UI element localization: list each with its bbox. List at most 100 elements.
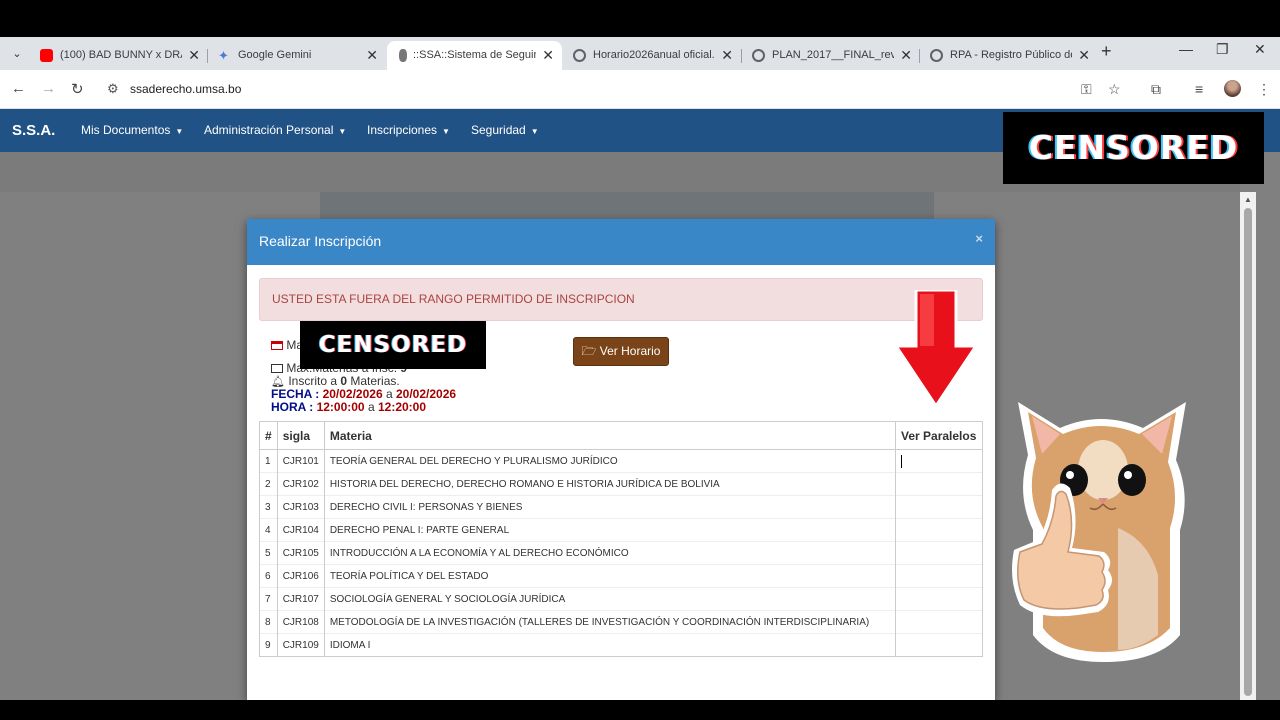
close-tab-icon[interactable]: ✕ — [366, 41, 378, 70]
cell-ver-paralelos[interactable] — [895, 472, 983, 496]
fecha-separator: a — [385, 387, 393, 401]
table-row: 8 CJR108 METODOLOGÍA DE LA INVESTIGACIÓN (… — [259, 610, 983, 634]
column-header-ver-paralelos: Ver Paralelos — [895, 421, 983, 450]
cell-sigla: CJR105 — [276, 541, 325, 565]
globe-icon — [573, 49, 586, 62]
tab-search-dropdown-icon[interactable]: ⌄ — [8, 45, 26, 63]
table-row: 4 CJR104 DERECHO PENAL I: PARTE GENERAL — [259, 518, 983, 542]
tab-label: Google Gemini — [238, 49, 312, 61]
scroll-up-icon[interactable]: ▲ — [1244, 195, 1252, 204]
back-arrow-icon[interactable]: ← — [11, 80, 26, 97]
browser-menu-icon[interactable]: ⋮ — [1257, 81, 1271, 98]
modal-title: Realizar Inscripción — [259, 233, 382, 249]
url-field[interactable]: ssaderecho.umsa.bo — [130, 82, 241, 96]
column-header-number: # — [259, 421, 278, 450]
close-tab-icon[interactable]: ✕ — [542, 41, 554, 70]
scrollbar-thumb[interactable] — [1244, 208, 1252, 696]
browser-tab-plan-2017[interactable]: PLAN_2017__FINAL_revisado ✕ — [742, 41, 920, 70]
fecha-label: FECHA : — [271, 387, 320, 401]
cell-number: 3 — [259, 495, 278, 519]
cell-materia: IDIOMA I — [323, 633, 897, 657]
browser-tab-horario-pdf[interactable]: Horario2026anual oficial.pdf ✕ — [563, 41, 741, 70]
new-tab-button[interactable]: + — [1101, 41, 1112, 62]
bookmark-star-icon[interactable]: ☆ — [1108, 81, 1121, 98]
table-row: 5 CJR105 INTRODUCCIÓN A LA ECONOMÍA Y AL D… — [259, 541, 983, 565]
cell-ver-paralelos[interactable] — [895, 564, 983, 588]
profile-avatar[interactable] — [1224, 80, 1241, 97]
inscrito-suffix: Materias. — [350, 374, 400, 388]
ver-horario-button[interactable]: 🗁︎ Ver Horario — [573, 337, 669, 366]
cell-number: 4 — [259, 518, 278, 542]
youtube-icon — [40, 49, 53, 62]
cell-sigla: CJR107 — [276, 587, 325, 611]
site-brand[interactable]: S.S.A. — [12, 122, 55, 139]
caret-down-icon: ▼ — [530, 127, 539, 136]
password-key-icon[interactable]: ⚿ — [1081, 81, 1092, 98]
cell-ver-paralelos[interactable] — [895, 587, 983, 611]
card-icon — [271, 341, 283, 351]
caret-down-icon: ▼ — [442, 127, 450, 136]
tab-label: Horario2026anual oficial.pdf — [593, 49, 715, 61]
inscription-modal: Realizar Inscripción × USTED ESTA FUERA … — [247, 219, 995, 700]
info-row-hora: HORA : 12:00:00 a 12:20:00 — [271, 401, 456, 414]
fecha-to: 20/02/2026 — [396, 387, 457, 401]
table-row: 6 CJR106 TEORÍA POLÍTICA Y DEL ESTADO — [259, 564, 983, 588]
table-row: 2 CJR102 HISTORIA DEL DERECHO, DERECHO ROM… — [259, 472, 983, 496]
tab-label: ::SSA::Sistema de Seguimiento — [413, 49, 536, 61]
modal-header: Realizar Inscripción × — [247, 219, 995, 265]
menu-inscripciones[interactable]: Inscripciones ▼ — [367, 123, 450, 137]
cell-ver-paralelos[interactable] — [895, 518, 983, 542]
browser-tab-gemini[interactable]: ✦ Google Gemini ✕ — [208, 41, 386, 70]
cell-ver-paralelos[interactable] — [895, 541, 983, 565]
close-tab-icon[interactable]: ✕ — [1078, 41, 1090, 70]
menu-administracion-personal[interactable]: Administración Personal ▼ — [204, 123, 346, 137]
cell-ver-paralelos[interactable] — [895, 633, 983, 657]
table-row: 1 CJR101 TEORÍA GENERAL DEL DERECHO Y PLUR… — [259, 449, 983, 473]
cell-ver-paralelos[interactable] — [895, 610, 983, 634]
globe-icon — [930, 49, 943, 62]
censored-sticker: CENSORED — [1003, 112, 1264, 184]
browser-tab-rpa[interactable]: RPA - Registro Público de ✕ — [920, 41, 1098, 70]
tab-label: RPA - Registro Público de — [950, 49, 1072, 61]
cell-sigla: CJR108 — [276, 610, 325, 634]
tab-label: PLAN_2017__FINAL_revisado — [772, 49, 894, 61]
out-of-range-alert: USTED ESTA FUERA DEL RANGO PERMITIDO DE … — [259, 278, 983, 321]
cell-number: 5 — [259, 541, 278, 565]
gemini-icon: ✦ — [218, 48, 229, 63]
cell-number: 7 — [259, 587, 278, 611]
menu-mis-documentos[interactable]: Mis Documentos ▼ — [81, 123, 183, 137]
page-scrollbar[interactable]: ▲ — [1240, 192, 1256, 700]
media-controls-icon[interactable]: ≡ — [1195, 81, 1203, 97]
cell-sigla: CJR102 — [276, 472, 325, 496]
reload-icon[interactable]: ↻ — [71, 80, 84, 98]
cell-materia: INTRODUCCIÓN A LA ECONOMÍA Y AL DERECHO … — [323, 541, 897, 565]
hora-from: 12:00:00 — [316, 400, 365, 414]
restore-window-icon[interactable]: ❐ — [1216, 41, 1229, 58]
ver-horario-label: Ver Horario — [599, 344, 661, 358]
address-bar-row: ← → ↻ ⚙ ssaderecho.umsa.bo ⚿ ☆ ⧉ ≡ ⋮ — [0, 70, 1280, 109]
red-arrow-down-icon — [894, 290, 978, 408]
close-tab-icon[interactable]: ✕ — [188, 41, 200, 70]
forward-arrow-icon[interactable]: → — [41, 80, 56, 97]
cell-ver-paralelos[interactable] — [895, 449, 983, 473]
video-letterbox-bottom — [0, 700, 1280, 720]
menu-seguridad[interactable]: Seguridad ▼ — [471, 123, 539, 137]
close-tab-icon[interactable]: ✕ — [721, 41, 733, 70]
cell-materia: DERECHO CIVIL I: PERSONAS Y BIENES — [323, 495, 897, 519]
censored-sticker: CENSORED — [300, 321, 486, 369]
browser-tab-youtube[interactable]: (100) BAD BUNNY x DRAKE ✕ — [30, 41, 208, 70]
column-header-sigla: sigla — [276, 421, 325, 450]
fecha-from: 20/02/2026 — [322, 387, 383, 401]
cell-materia: METODOLOGÍA DE LA INVESTIGACIÓN (TALLERE… — [323, 610, 897, 634]
browser-tab-ssa[interactable]: ::SSA::Sistema de Seguimiento ✕ — [387, 41, 562, 70]
cell-materia: TEORÍA GENERAL DEL DERECHO Y PLURALISMO … — [323, 449, 897, 473]
minimize-window-icon[interactable]: — — [1179, 41, 1193, 57]
inscrito-value: 0 — [340, 374, 348, 388]
modal-close-button[interactable]: × — [975, 231, 983, 246]
site-info-icon[interactable]: ⚙ — [107, 81, 119, 97]
close-tab-icon[interactable]: ✕ — [900, 41, 912, 70]
extensions-puzzle-icon[interactable]: ⧉ — [1151, 81, 1161, 98]
close-window-icon[interactable]: ✕ — [1254, 41, 1266, 58]
video-letterbox-top — [0, 0, 1280, 37]
cell-ver-paralelos[interactable] — [895, 495, 983, 519]
